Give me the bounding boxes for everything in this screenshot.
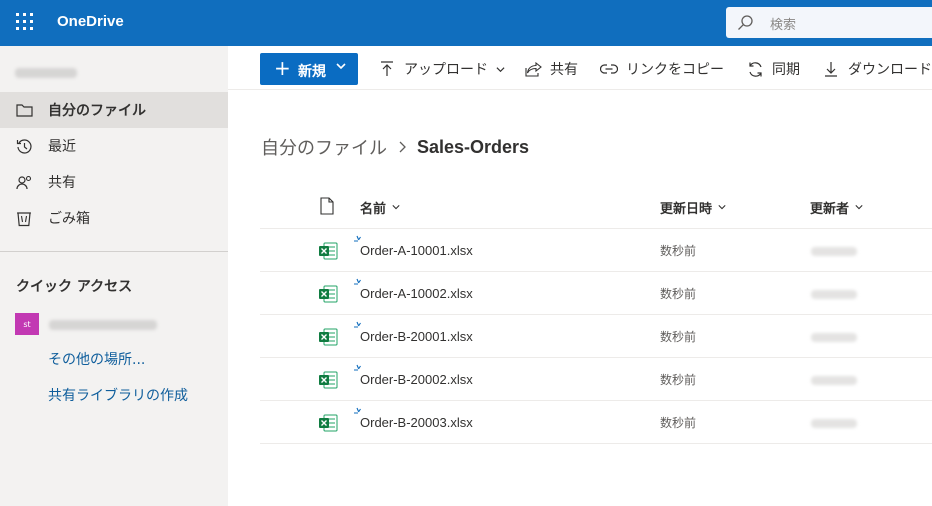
upload-icon <box>378 60 396 78</box>
sync-icon <box>746 60 764 78</box>
history-icon <box>15 137 33 155</box>
file-modified: 数秒前 <box>660 244 697 258</box>
share-icon <box>524 60 542 78</box>
more-places-link[interactable]: その他の場所... <box>48 349 145 369</box>
excel-file-icon <box>319 328 338 346</box>
link-icon <box>600 60 618 78</box>
nav-item-my-files[interactable]: 自分のファイル <box>0 92 228 128</box>
excel-file-icon <box>319 285 338 303</box>
column-modified-label: 更新日時 <box>660 201 713 217</box>
nav-item-recent[interactable]: 最近 <box>0 128 228 164</box>
breadcrumb: 自分のファイル Sales-Orders <box>261 134 529 160</box>
column-header-modified-by[interactable]: 更新者 <box>810 196 863 218</box>
nav-divider <box>0 251 228 252</box>
file-row[interactable]: Order-B-20002.xlsx 数秒前 <box>260 358 932 401</box>
column-header-modified[interactable]: 更新日時 <box>660 196 726 218</box>
site-avatar: st <box>15 313 39 335</box>
file-name[interactable]: Order-A-10001.xlsx <box>360 243 473 258</box>
share-button[interactable]: 共有 <box>524 58 578 80</box>
upload-button[interactable]: アップロード <box>378 58 505 80</box>
search-box[interactable]: 検索 <box>726 7 932 38</box>
excel-file-icon <box>319 371 338 389</box>
upload-label: アップロード <box>404 62 488 78</box>
quick-access-site[interactable]: st <box>15 313 225 335</box>
nav-item-recycle-bin[interactable]: ごみ箱 <box>0 200 228 236</box>
user-name <box>15 68 77 78</box>
command-bar: + 新規 アップロード 共有 リンクをコピー 同期 ダウンロード <box>228 46 932 90</box>
file-row[interactable]: Order-A-10002.xlsx 数秒前 <box>260 272 932 315</box>
app-launcher-icon[interactable] <box>16 13 34 31</box>
nav-label: 最近 <box>48 139 76 155</box>
copy-link-label: リンクをコピー <box>626 62 724 78</box>
sync-label: 同期 <box>772 62 800 78</box>
file-modified-by <box>811 333 857 342</box>
app-title[interactable]: OneDrive <box>57 13 124 30</box>
file-name[interactable]: Order-B-20001.xlsx <box>360 329 473 344</box>
sync-button[interactable]: 同期 <box>746 58 800 80</box>
share-label: 共有 <box>550 62 578 78</box>
file-name[interactable]: Order-B-20002.xlsx <box>360 372 473 387</box>
excel-file-icon <box>319 414 338 432</box>
new-button[interactable]: + 新規 <box>260 53 358 85</box>
file-modified-by <box>811 247 857 256</box>
trash-icon <box>15 209 33 227</box>
search-icon <box>738 15 753 30</box>
file-modified: 数秒前 <box>660 373 697 387</box>
file-row[interactable]: Order-B-20001.xlsx 数秒前 <box>260 315 932 358</box>
column-header-name[interactable]: 名前 <box>360 196 400 218</box>
file-type-icon[interactable] <box>320 197 334 215</box>
folder-icon <box>15 101 33 119</box>
file-modified: 数秒前 <box>660 287 697 301</box>
file-row[interactable]: Order-A-10001.xlsx 数秒前 <box>260 229 932 272</box>
nav-label: 共有 <box>48 175 76 191</box>
chevron-down-icon <box>496 66 505 72</box>
excel-file-icon <box>319 242 338 260</box>
left-navigation: 自分のファイル 最近 共有 ごみ箱 クイック アクセス st その他の場所...… <box>0 46 228 506</box>
nav-item-shared[interactable]: 共有 <box>0 164 228 200</box>
chevron-down-icon <box>392 205 400 210</box>
file-modified: 数秒前 <box>660 416 697 430</box>
column-name-label: 名前 <box>360 201 387 217</box>
file-modified-by <box>811 419 857 428</box>
file-modified-by <box>811 290 857 299</box>
app-header: OneDrive 検索 <box>0 0 932 46</box>
file-modified-by <box>811 376 857 385</box>
create-shared-library-link[interactable]: 共有ライブラリの作成 <box>48 385 188 405</box>
download-button[interactable]: ダウンロード <box>822 58 932 80</box>
download-icon <box>822 60 840 78</box>
download-label: ダウンロード <box>848 62 932 78</box>
chevron-down-icon <box>718 205 726 210</box>
chevron-right-icon <box>399 141 406 153</box>
new-button-label: 新規 <box>298 64 326 80</box>
file-modified: 数秒前 <box>660 330 697 344</box>
chevron-down-icon <box>336 63 346 70</box>
file-name[interactable]: Order-A-10002.xlsx <box>360 286 473 301</box>
file-row[interactable]: Order-B-20003.xlsx 数秒前 <box>260 401 932 444</box>
chevron-down-icon <box>855 205 863 210</box>
nav-label: ごみ箱 <box>48 211 90 227</box>
file-name[interactable]: Order-B-20003.xlsx <box>360 415 473 430</box>
copy-link-button[interactable]: リンクをコピー <box>600 58 724 80</box>
plus-icon: + <box>274 56 291 80</box>
breadcrumb-root[interactable]: 自分のファイル <box>261 134 387 160</box>
breadcrumb-current[interactable]: Sales-Orders <box>417 137 529 158</box>
people-icon <box>15 173 33 191</box>
column-modified-by-label: 更新者 <box>810 201 850 217</box>
search-input[interactable]: 検索 <box>770 14 796 33</box>
site-name <box>49 320 157 330</box>
nav-label: 自分のファイル <box>48 103 146 119</box>
quick-access-heading: クイック アクセス <box>16 279 133 295</box>
